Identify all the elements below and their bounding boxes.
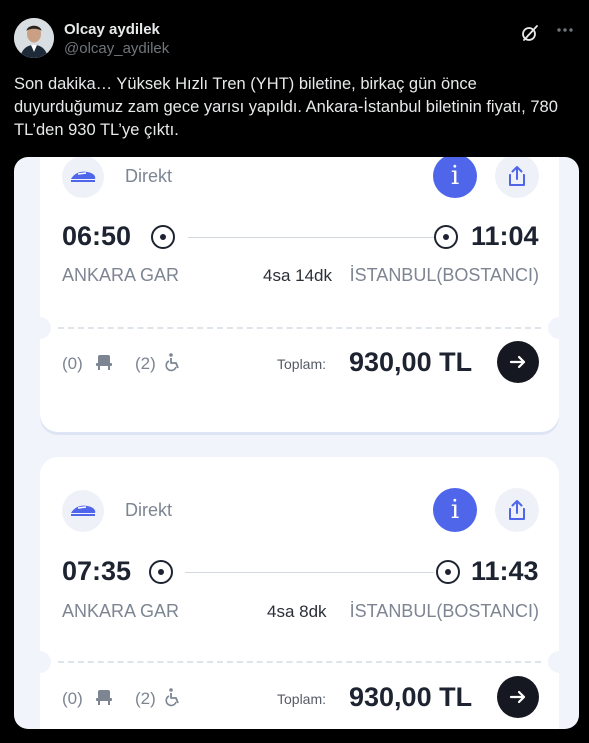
share-icon	[509, 500, 525, 520]
arrival-time: 11:04	[471, 221, 539, 251]
departure-dot-icon	[149, 560, 173, 584]
departure-time: 07:35	[62, 556, 132, 586]
high-speed-train-icon	[62, 490, 104, 532]
route-line	[185, 572, 434, 573]
trip-duration: 4sa 14dk	[263, 266, 332, 285]
arrow-right-icon	[509, 690, 526, 704]
high-speed-train-icon	[62, 157, 104, 198]
author-name[interactable]: Olcay aydilek	[64, 21, 160, 38]
trip-card[interactable]: Direkt i 07:35 11:43 ANKARA GAR 4sa 8dk …	[29, 457, 570, 729]
ticket-price: 930,00 TL	[349, 682, 473, 712]
trip-duration: 4sa 8dk	[267, 602, 327, 621]
avatar[interactable]	[14, 18, 54, 58]
grok-icon[interactable]	[521, 24, 539, 42]
departure-time: 06:50	[62, 221, 132, 251]
route-type: Direkt	[125, 500, 173, 520]
route-type: Direkt	[125, 166, 173, 186]
ticket-notch	[29, 651, 51, 673]
total-label: Toplam:	[277, 691, 327, 707]
more-dots-icon[interactable]	[555, 20, 575, 40]
wheelchair-icon	[163, 352, 183, 372]
ticket-price: 930,00 TL	[349, 347, 473, 377]
trip-card[interactable]: Direkt i 06:50 11:04 ANKARA GAR 4sa 14dk…	[29, 157, 570, 432]
arrow-right-icon	[509, 355, 526, 369]
seat-icon	[94, 352, 114, 372]
total-label: Toplam:	[277, 356, 327, 372]
arrival-station: İSTANBUL(BOSTANCI)	[349, 265, 539, 285]
departure-dot-icon	[151, 225, 175, 249]
ticket-notch	[548, 651, 570, 673]
wheelchair-icon	[163, 687, 183, 707]
arrival-dot-icon	[434, 225, 458, 249]
arrival-dot-icon	[436, 560, 460, 584]
tweet-header: Olcay aydilek @olcay_aydilek	[14, 18, 575, 62]
departure-station: ANKARA GAR	[62, 265, 180, 285]
economy-seat-count: (0)	[62, 354, 83, 373]
ticket-divider	[58, 661, 541, 663]
accessible-seat-count: (2)	[135, 689, 156, 708]
author-handle[interactable]: @olcay_aydilek	[64, 40, 169, 57]
share-button[interactable]	[495, 157, 539, 198]
select-trip-button[interactable]	[497, 341, 539, 383]
economy-seat-count: (0)	[62, 689, 83, 708]
share-button[interactable]	[495, 488, 539, 532]
tweet-media-image[interactable]: Direkt i 06:50 11:04 ANKARA GAR 4sa 14dk…	[14, 157, 579, 729]
route-line	[188, 237, 434, 238]
info-button[interactable]: i	[433, 157, 477, 198]
departure-station: ANKARA GAR	[62, 601, 180, 621]
share-icon	[509, 166, 525, 186]
arrival-time: 11:43	[471, 556, 539, 586]
accessible-seat-count: (2)	[135, 354, 156, 373]
ticket-notch	[29, 317, 51, 339]
ticket-divider	[58, 327, 541, 329]
info-button[interactable]: i	[433, 488, 477, 532]
ticket-notch	[548, 317, 570, 339]
seat-icon	[94, 687, 114, 707]
tweet-text: Son dakika… Yüksek Hızlı Tren (YHT) bile…	[14, 75, 558, 139]
select-trip-button[interactable]	[497, 676, 539, 718]
arrival-station: İSTANBUL(BOSTANCI)	[349, 601, 539, 621]
